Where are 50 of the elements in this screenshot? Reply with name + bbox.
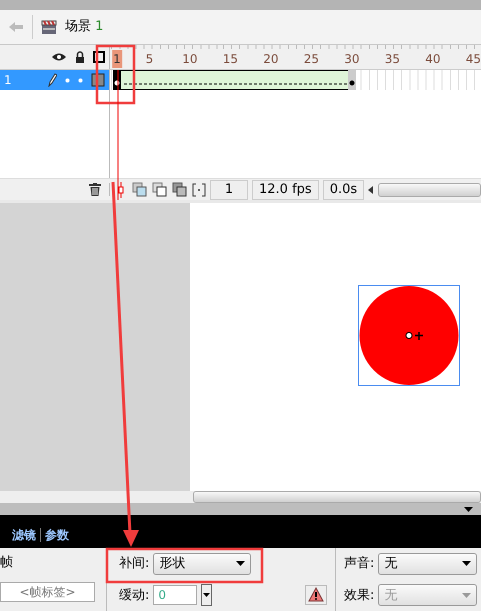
scroll-left-icon[interactable]: [368, 186, 374, 194]
edit-frames-icon[interactable]: [172, 182, 188, 198]
frame-number: 25: [304, 51, 320, 68]
pencil-icon: [47, 73, 57, 87]
bracket-icon[interactable]: [192, 182, 206, 196]
dot-icon[interactable]: [65, 78, 70, 82]
field-label: 补间:: [119, 555, 150, 573]
frame-number: 20: [263, 51, 279, 68]
frame-number: 10: [182, 51, 198, 68]
registration-point-icon: [406, 331, 424, 341]
field-label: 效果:: [344, 586, 374, 604]
frame-number: 15: [222, 51, 238, 68]
eye-icon[interactable]: [51, 52, 67, 62]
trash-icon[interactable]: [89, 183, 101, 196]
frame-number: 1: [112, 50, 122, 68]
scene-title: 场景 1: [65, 18, 104, 36]
frame-heading: 帧: [0, 554, 14, 572]
circle-shape[interactable]: [360, 286, 458, 385]
panel-tab[interactable]: 参数: [41, 526, 73, 544]
scrollbar-thumb[interactable]: [378, 182, 481, 196]
frame-rate-field[interactable]: 12.0 fps: [252, 180, 319, 200]
dropdown[interactable]: 无: [378, 552, 477, 575]
frame-number: 40: [425, 51, 441, 68]
panel-tab[interactable]: 滤镜: [8, 526, 40, 544]
scrollbar-thumb[interactable]: [193, 491, 481, 503]
clapperboard-icon: [41, 20, 57, 34]
dropdown-button-icon[interactable]: [201, 584, 212, 606]
lock-icon[interactable]: [75, 51, 85, 63]
field-label: 声音:: [344, 555, 374, 573]
frame-label-field[interactable]: <帧标签>: [0, 582, 95, 602]
frame-number: 45: [466, 51, 481, 68]
outline-icon[interactable]: [93, 51, 105, 63]
current-frame-field[interactable]: 1: [210, 180, 248, 200]
dropdown[interactable]: 形状: [153, 552, 252, 575]
field-label: 缓动:: [119, 586, 150, 604]
dropdown-arrow-icon: [462, 592, 471, 598]
onion-outline-icon[interactable]: [152, 182, 168, 198]
dot-icon[interactable]: [78, 78, 83, 82]
layer-name: 1: [4, 72, 12, 89]
frame-number: 5: [146, 51, 154, 68]
dropdown-arrow-icon[interactable]: [464, 506, 473, 512]
warning-icon[interactable]: [305, 585, 327, 606]
frame-number: 30: [344, 51, 360, 68]
keyframe-dot-icon: [114, 80, 120, 86]
dropdown-arrow-icon: [462, 561, 471, 566]
frame-number: 35: [384, 51, 400, 68]
highlight-box: [96, 44, 136, 104]
dropdown-arrow-icon: [236, 561, 246, 566]
elapsed-time-field: 0.0s: [322, 180, 364, 200]
onion-skin-icon[interactable]: [132, 182, 148, 198]
